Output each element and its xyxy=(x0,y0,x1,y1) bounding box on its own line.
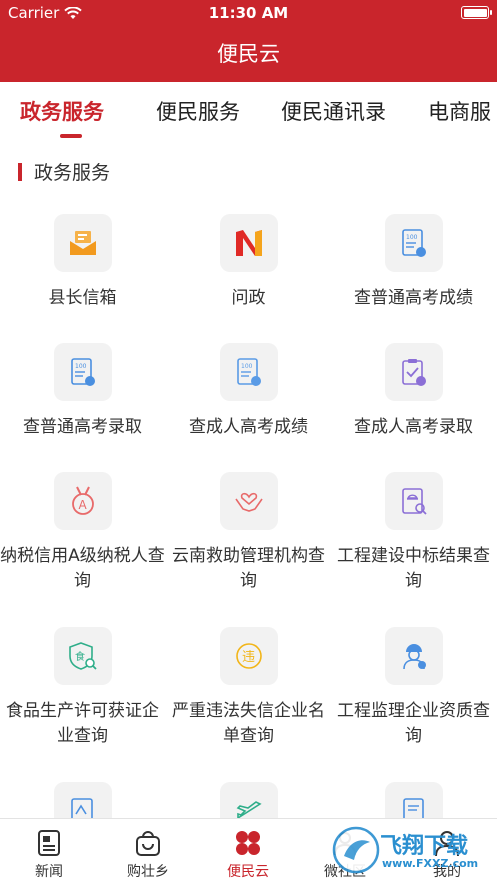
news-icon xyxy=(4,827,94,859)
section-title: 政务服务 xyxy=(34,162,111,184)
svg-text:食: 食 xyxy=(75,650,85,663)
tab-ecommerce[interactable]: 电商服 xyxy=(428,96,491,126)
status-bar: Carrier 11:30 AM xyxy=(0,0,497,26)
tab-bar-label: 便民云 xyxy=(227,864,269,880)
medal-a-icon: A xyxy=(53,472,112,530)
service-item-gaokao-score[interactable]: 100 查普通高考成绩 xyxy=(331,214,496,311)
tab-bar-news[interactable]: 新闻 xyxy=(4,819,94,881)
engineering-search-icon xyxy=(384,472,443,530)
watermark-text: 飞翔下载 xyxy=(380,834,469,859)
status-time: 11:30 AM xyxy=(208,4,289,22)
service-item-food-license[interactable]: 食 食品生产许可获证企业查询 xyxy=(0,627,165,749)
service-label: 工程建设中标结果查询 xyxy=(337,546,490,591)
service-label: 纳税信用A级纳税人查询 xyxy=(0,546,165,591)
service-label: 严重违法失信企业名单查询 xyxy=(172,701,325,746)
violation-badge-icon: 违 xyxy=(219,627,278,685)
service-label: 云南救助管理机构查询 xyxy=(172,546,325,591)
service-label: 查成人高考成绩 xyxy=(189,417,308,437)
watermark: 飞翔下载 www.FXXZ.com xyxy=(330,822,490,878)
tab-bar-label: 购壮乡 xyxy=(127,864,169,880)
service-item-county-mailbox[interactable]: 县长信箱 xyxy=(0,214,165,311)
service-item-adult-gaokao-admission[interactable]: 查成人高考录取 xyxy=(331,343,496,440)
app-header: Carrier 11:30 AM 便民云 xyxy=(0,0,497,82)
service-item-yunnan-relief[interactable]: 云南救助管理机构查询 xyxy=(166,472,331,594)
service-item-wenzheng[interactable]: 问政 xyxy=(166,214,331,311)
tab-bar-label: 新闻 xyxy=(35,864,63,880)
service-label: 食品生产许可获证企业查询 xyxy=(6,701,159,746)
watermark-logo-icon xyxy=(332,826,380,874)
service-item-dishonest-enterprises[interactable]: 违 严重违法失信企业名单查询 xyxy=(166,627,331,749)
score-sheet-icon: 100 xyxy=(53,343,112,401)
tab-convenience-services[interactable]: 便民服务 xyxy=(156,96,240,126)
service-item-gaokao-admission[interactable]: 100 查普通高考录取 xyxy=(0,343,165,440)
tab-bar-bianminyun[interactable]: 便民云 xyxy=(203,819,293,881)
score-sheet-icon: 100 xyxy=(384,214,443,272)
service-label: 查成人高考录取 xyxy=(354,417,473,437)
service-label: 县长信箱 xyxy=(48,288,117,308)
service-item-bid-results[interactable]: 工程建设中标结果查询 xyxy=(331,472,496,594)
shopping-bag-icon xyxy=(103,827,193,859)
clipboard-check-icon xyxy=(384,343,443,401)
category-tabs: 政务服务 便民服务 便民通讯录 电商服 xyxy=(0,82,497,142)
svg-text:A: A xyxy=(78,498,87,512)
svg-text:违: 违 xyxy=(242,650,255,665)
svg-text:100: 100 xyxy=(241,363,253,370)
mailbox-icon xyxy=(53,214,112,272)
score-sheet-icon: 100 xyxy=(219,343,278,401)
worker-icon xyxy=(384,627,443,685)
clover-icon xyxy=(203,827,293,859)
wenzheng-logo-icon xyxy=(219,214,278,272)
svg-text:100: 100 xyxy=(75,363,87,370)
tab-government-services[interactable]: 政务服务 xyxy=(20,96,104,126)
service-label: 工程监理企业资质查询 xyxy=(337,701,490,746)
battery-icon xyxy=(461,6,492,19)
section-accent-bar xyxy=(18,162,22,181)
page-title: 便民云 xyxy=(217,42,280,66)
tab-convenience-directory[interactable]: 便民通讯录 xyxy=(281,96,386,126)
service-label: 查普通高考成绩 xyxy=(354,288,473,308)
service-item-supervision-qualification[interactable]: 工程监理企业资质查询 xyxy=(331,627,496,749)
service-label: 问政 xyxy=(231,288,266,308)
watermark-url: www.FXXZ.com xyxy=(382,857,479,870)
tab-bar-shopping[interactable]: 购壮乡 xyxy=(103,819,193,881)
food-shield-icon: 食 xyxy=(53,627,112,685)
svg-text:100: 100 xyxy=(406,234,418,241)
service-item-tax-credit-a[interactable]: A 纳税信用A级纳税人查询 xyxy=(0,472,165,594)
service-label: 查普通高考录取 xyxy=(23,417,142,437)
helping-hands-icon xyxy=(219,472,278,530)
service-item-adult-gaokao-score[interactable]: 100 查成人高考成绩 xyxy=(166,343,331,440)
active-tab-indicator xyxy=(60,134,82,138)
section-header: 政务服务 xyxy=(18,158,110,185)
